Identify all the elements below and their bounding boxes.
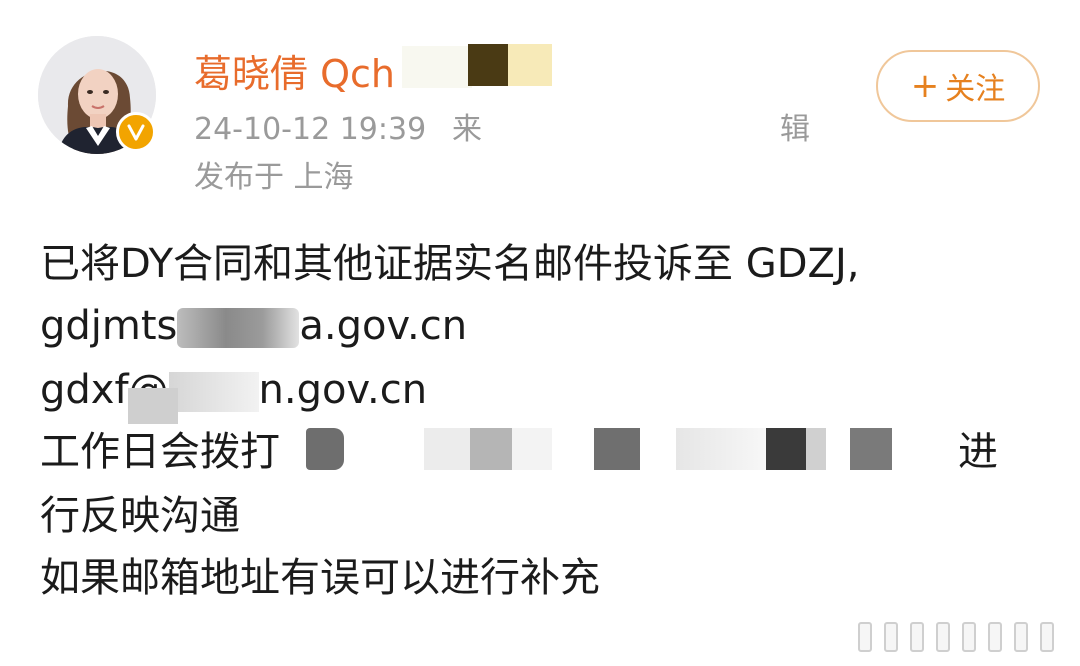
redaction-block — [424, 428, 470, 470]
redaction-block — [177, 308, 300, 348]
post-location: 发布于 上海 — [194, 160, 354, 195]
verified-badge-icon — [116, 112, 156, 152]
cropped-toolbar-fragment — [858, 622, 1072, 652]
post-body-line-5: 行反映沟通 — [40, 493, 240, 539]
redaction-block — [676, 428, 766, 470]
plus-icon: + — [910, 66, 940, 106]
email-1-suffix: a.gov.cn — [299, 303, 468, 349]
fragment-tick — [962, 622, 976, 652]
fragment-tick — [936, 622, 950, 652]
redaction-block — [806, 428, 826, 470]
redaction-block — [402, 46, 472, 88]
redaction-block — [512, 428, 552, 470]
post-source-partial: 来 — [452, 112, 482, 147]
email-2-suffix: n.gov.cn — [258, 367, 428, 413]
post-body-line-2: gdjmts a.gov.cn — [40, 298, 467, 354]
redaction-block — [468, 44, 508, 86]
redaction-block — [508, 44, 552, 86]
fragment-tick — [910, 622, 924, 652]
weibo-post: 葛晓倩 Qch + 关注 24-10-12 19:39 来 辑 发布于 上海 已… — [0, 0, 1080, 666]
redaction-block — [850, 428, 892, 470]
post-body-line-6: 如果邮箱地址有误可以进行补充 — [40, 555, 600, 601]
follow-button[interactable]: + 关注 — [876, 50, 1040, 122]
post-edited-label: 辑 — [780, 112, 810, 147]
follow-button-label: 关注 — [945, 72, 1006, 107]
fragment-tick — [1014, 622, 1028, 652]
fragment-tick — [884, 622, 898, 652]
fragment-tick — [1040, 622, 1054, 652]
redaction-block — [168, 372, 259, 412]
author-name[interactable]: 葛晓倩 Qch — [194, 46, 395, 102]
post-body-line-3: gdxf@ n.gov.cn — [40, 362, 427, 418]
redaction-block — [470, 428, 512, 470]
post-body-line-1: 已将DY合同和其他证据实名邮件投诉至 GDZJ, — [40, 241, 860, 287]
post-body-line-4: 工作日会拨打 — [40, 424, 280, 480]
redaction-block — [766, 428, 806, 470]
redaction-block — [306, 428, 344, 470]
fragment-tick — [988, 622, 1002, 652]
email-1-prefix: gdjmts — [40, 303, 178, 349]
redaction-block — [128, 388, 178, 424]
phone-suffix: 进 — [958, 429, 998, 475]
phone-prefix: 工作日会拨打 — [40, 429, 280, 475]
redaction-block — [594, 428, 640, 470]
redaction-block — [482, 112, 778, 150]
post-timestamp: 24-10-12 19:39 — [194, 112, 427, 147]
fragment-tick — [858, 622, 872, 652]
